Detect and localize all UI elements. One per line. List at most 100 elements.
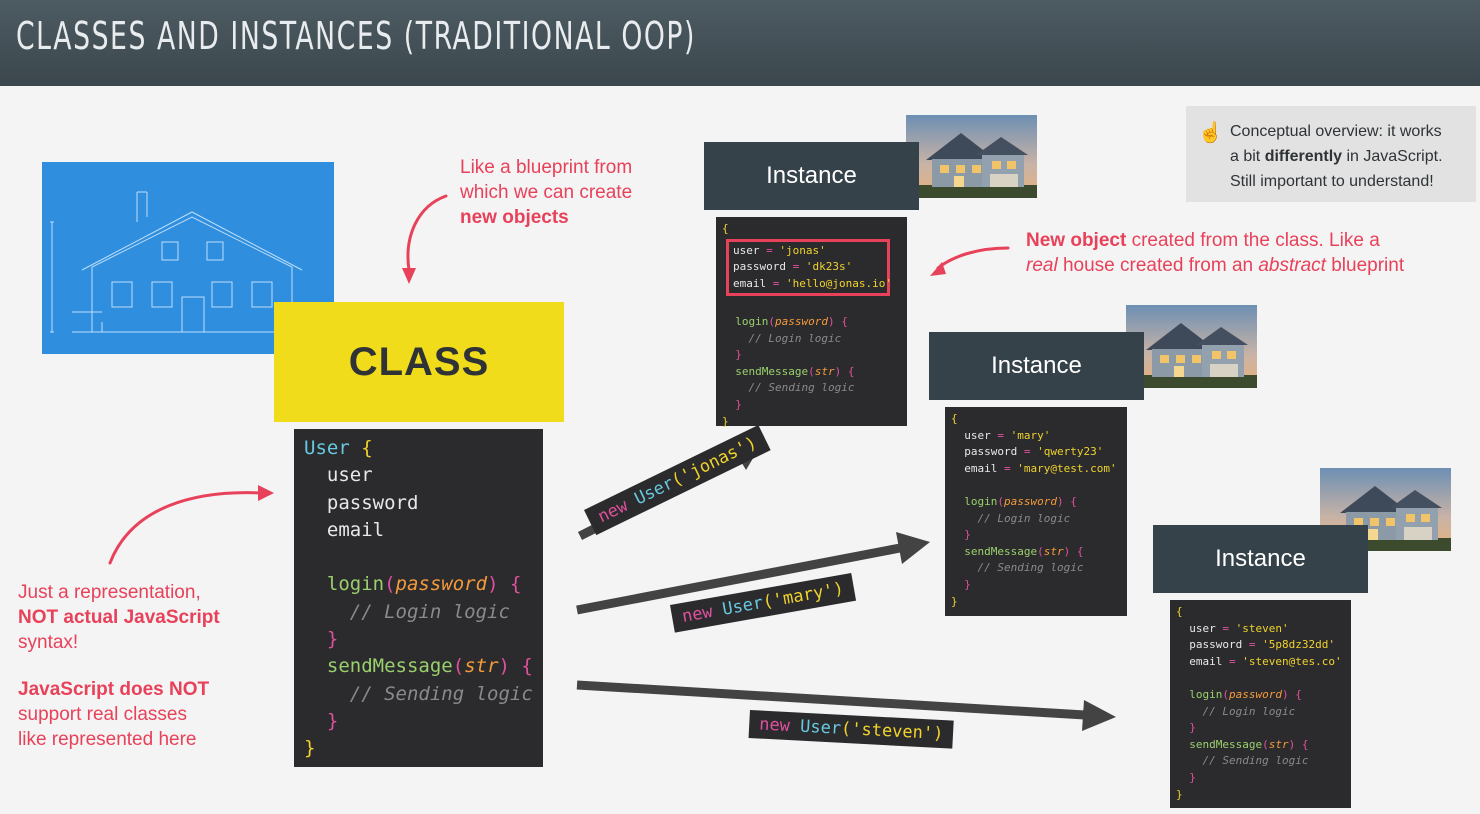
inst1-method-send: sendMessage: [735, 364, 809, 378]
house-image-1: [906, 115, 1037, 198]
note-new-object-bold: New object: [1026, 230, 1127, 251]
inst1-user-value: 'jonas': [779, 243, 826, 257]
note-new-object: New object created from the class. Like …: [1026, 228, 1404, 278]
arrow-new-object-head: [930, 262, 946, 276]
inst1-param-password: password: [775, 314, 828, 328]
inst3-key-email: email: [1189, 654, 1223, 668]
inst3-param-password: password: [1229, 687, 1282, 701]
inst2-password-value: 'qwerty23': [1037, 445, 1104, 459]
code-prop-user: user: [326, 464, 373, 487]
arrow-head-2: [896, 532, 930, 564]
inst3-method-login: login: [1189, 687, 1223, 701]
note-representation: Just a representation, NOT actual JavaSc…: [18, 580, 220, 655]
callout-line2: a bit differently in JavaScript.: [1230, 148, 1443, 165]
inst2-key-email: email: [964, 461, 998, 475]
inst2-comment-send: // Sending logic: [977, 561, 1084, 575]
note-new-object-end: blueprint: [1325, 255, 1405, 276]
note-real-classes-line1: JavaScript does NOT: [18, 679, 210, 700]
inst3-key-password: password: [1189, 638, 1243, 652]
inst1-password-value: 'dk23s': [805, 260, 853, 274]
new-user-jonas-label: new User('jonas'): [584, 424, 771, 536]
class-code-block: User { user password email login(passwor…: [294, 429, 543, 767]
callout-line3: Still important to understand!: [1230, 173, 1434, 190]
note-representation-line1: Just a representation,: [18, 582, 201, 603]
inst2-method-login: login: [964, 494, 998, 508]
class-label: CLASS: [348, 339, 490, 384]
inst3-comment-send: // Sending logic: [1202, 754, 1309, 768]
note-real-classes-line3: like represented here: [18, 729, 197, 750]
code-comment-login: // Login logic: [349, 600, 510, 623]
inst2-user-value: 'mary': [1010, 428, 1051, 442]
inst1-comment-login: // Login logic: [748, 331, 842, 345]
note-real-classes-line2: support real classes: [18, 704, 187, 725]
inst1-email-value: 'hello@jonas.io': [786, 276, 892, 290]
arrow-representation-note: [108, 491, 264, 565]
label2-arg: 'mary': [771, 580, 836, 611]
inst2-param-password: password: [1004, 494, 1057, 508]
instance-label-3-text: Instance: [1215, 545, 1306, 572]
code-param-password: password: [395, 573, 488, 596]
inst3-param-str: str: [1268, 737, 1289, 751]
note-blueprint: Like a blueprint from which we can creat…: [460, 155, 632, 230]
arrow-head-3: [1082, 700, 1116, 731]
instance-code-2: { user = 'mary' password = 'qwerty23' em…: [945, 407, 1127, 616]
inst1-key-user: user: [733, 243, 760, 257]
arrow-new-object-note: [936, 246, 1010, 270]
label2-new: new: [680, 601, 715, 627]
inst2-method-send: sendMessage: [964, 544, 1038, 558]
note-new-object-mid: house created from an: [1057, 255, 1259, 276]
house-image-2: [1126, 305, 1257, 388]
label3-arg: 'steven': [850, 719, 934, 744]
note-blueprint-line1: Like a blueprint from: [460, 157, 633, 178]
note-new-object-abstract: abstract: [1258, 255, 1326, 276]
class-box: CLASS: [274, 302, 564, 422]
inst1-comment-send: // Sending logic: [748, 381, 855, 395]
note-blueprint-line2: which we can create: [460, 182, 633, 203]
page-title: CLASSES AND INSTANCES (TRADITIONAL OOP): [16, 14, 697, 58]
note-blueprint-line3: new objects: [460, 207, 569, 228]
conceptual-callout: ☝ Conceptual overview: it works a bit di…: [1186, 106, 1476, 202]
arrow-representation-head: [258, 485, 274, 501]
header-bar: CLASSES AND INSTANCES (TRADITIONAL OOP): [0, 0, 1480, 86]
instance-label-1: Instance: [704, 142, 919, 210]
inst2-key-user: user: [964, 428, 991, 442]
label2-class: User: [720, 592, 765, 620]
instance-label-1-text: Instance: [766, 162, 857, 189]
label3-new: new: [758, 714, 791, 737]
instance-code-3: { user = 'steven' password = '5p8dz32dd'…: [1170, 600, 1351, 808]
arrow-blueprint-note: [406, 194, 448, 272]
note-real-classes: JavaScript does NOT support real classes…: [18, 677, 209, 752]
pointing-hand-icon: ☝: [1198, 122, 1223, 144]
code-method-send: sendMessage: [326, 655, 453, 678]
inst1-method-login: login: [735, 314, 769, 328]
inst2-param-str: str: [1043, 544, 1064, 558]
inst3-method-send: sendMessage: [1189, 737, 1263, 751]
label1-new: new: [594, 495, 632, 528]
note-representation-line3: syntax!: [18, 632, 79, 653]
inst3-password-value: '5p8dz32dd': [1262, 638, 1335, 652]
inst1-key-password: password: [733, 260, 786, 274]
code-comment-send: // Sending logic: [349, 682, 533, 705]
instance-label-3: Instance: [1153, 525, 1368, 593]
arrow-blueprint-head: [402, 268, 416, 284]
new-user-steven-label: new User('steven'): [748, 710, 955, 749]
inst3-key-user: user: [1189, 621, 1216, 635]
inst2-email-value: 'mary@test.com': [1017, 461, 1117, 475]
inst3-comment-login: // Login logic: [1202, 704, 1296, 718]
note-representation-line2: NOT actual JavaScript: [18, 607, 220, 628]
inst2-comment-login: // Login logic: [977, 511, 1071, 525]
inst2-key-password: password: [964, 445, 1018, 459]
code-prop-password: password: [326, 491, 419, 514]
note-new-object-rest: created from the class. Like a: [1126, 230, 1380, 251]
code-param-str: str: [464, 655, 499, 678]
arrow-to-instance-3: [576, 680, 1086, 720]
code-method-login: login: [326, 573, 385, 596]
callout-line1: Conceptual overview: it works: [1230, 123, 1442, 140]
inst1-key-email: email: [733, 276, 767, 290]
code-class-name: User: [304, 437, 350, 459]
inst3-user-value: 'steven': [1235, 621, 1289, 635]
instance-1-props-highlight: user = 'jonas' password = 'dk23s' email = …: [726, 238, 892, 297]
inst3-email-value: 'steven@tes.co': [1242, 654, 1342, 668]
note-new-object-real: real: [1026, 255, 1058, 276]
callout-bold-word: differently: [1264, 148, 1343, 165]
